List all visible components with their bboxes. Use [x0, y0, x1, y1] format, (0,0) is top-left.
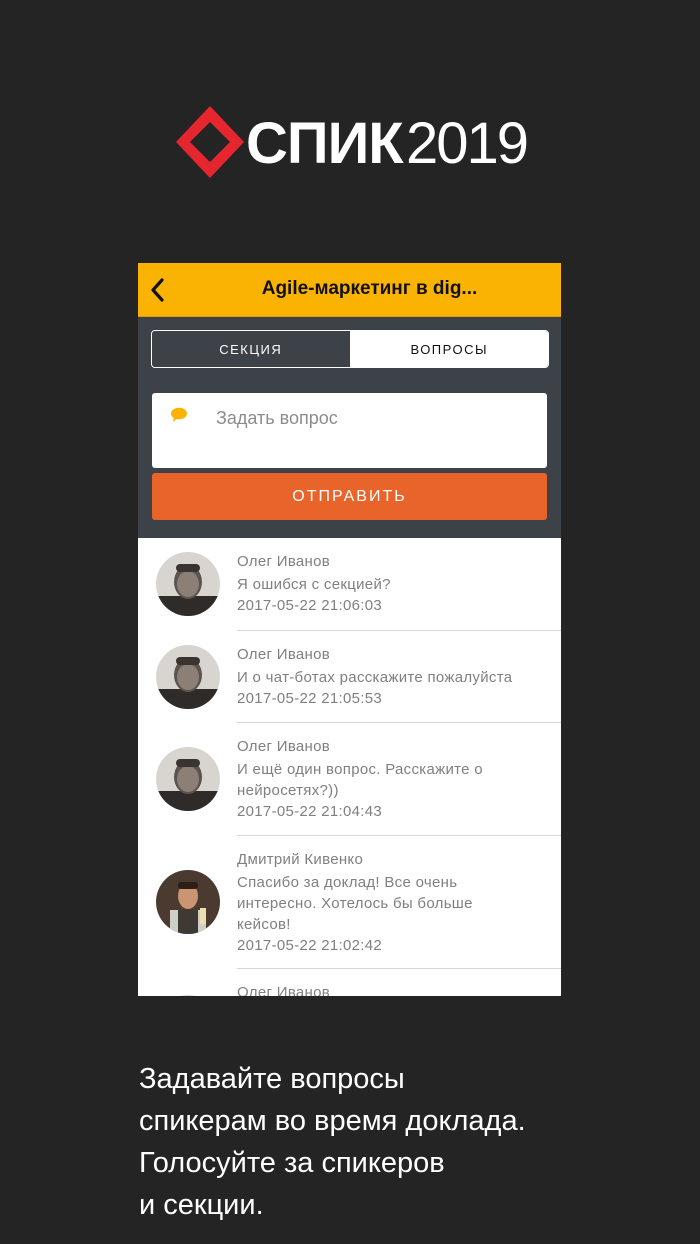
caption-line: Задавайте вопросы [139, 1063, 405, 1095]
back-button[interactable] [144, 275, 174, 305]
caption-line: и секции. [139, 1189, 264, 1221]
tab-questions[interactable]: ВОПРОСЫ [350, 331, 548, 367]
question-text: Спасибо за доклад! Все очень интересно. … [237, 874, 473, 933]
segmented-control: СЕКЦИЯ ВОПРОСЫ [151, 330, 549, 368]
question-time: 2017-05-22 21:02:42 [237, 937, 382, 954]
avatar [156, 552, 220, 616]
question-author: Олег Иванов [237, 738, 331, 755]
diamond-logo-icon [176, 106, 244, 178]
question-time: 2017-05-22 21:05:53 [237, 690, 382, 707]
list-item: Олег Иванов Я ошибся с секцией? 2017-05-… [138, 539, 561, 631]
promo-caption: Задавайте вопросы спикерам во время докл… [139, 1058, 679, 1226]
list-item: Олег Иванов [138, 969, 561, 996]
question-input[interactable]: Задать вопрос [152, 393, 547, 468]
question-author: Олег Иванов [237, 553, 331, 570]
avatar [156, 995, 220, 996]
logo-year: 2019 [406, 111, 529, 176]
question-time: 2017-05-22 21:04:43 [237, 803, 382, 820]
caption-line: Голосуйте за спикеров [139, 1147, 445, 1179]
navigation-bar: Agile-маркетинг в dig... [138, 263, 561, 317]
avatar [156, 645, 220, 709]
list-item: Олег Иванов И о чат-ботах расскажите пож… [138, 631, 561, 723]
question-text: И ещё один вопрос. Расскажите о нейросет… [237, 761, 483, 799]
app-logo: СПИК 2019 [0, 100, 700, 184]
page-title: Agile-маркетинг в dig... [261, 278, 478, 299]
question-author: Дмитрий Кивенко [237, 851, 364, 868]
avatar [156, 747, 220, 811]
list-item: Олег Иванов И ещё один вопрос. Расскажит… [138, 723, 561, 836]
question-author: Олег Иванов [237, 646, 331, 663]
chat-bubble-icon [171, 407, 187, 422]
logo-word: СПИК [246, 111, 404, 176]
question-text: И о чат-ботах расскажите пожалуйста [237, 669, 513, 686]
question-panel: СЕКЦИЯ ВОПРОСЫ Задать вопрос ОТПРАВИТЬ [138, 317, 561, 538]
question-author: Олег Иванов [237, 984, 331, 996]
questions-list[interactable]: Олег Иванов Я ошибся с секцией? 2017-05-… [138, 539, 561, 996]
tab-section[interactable]: СЕКЦИЯ [152, 331, 351, 367]
question-placeholder: Задать вопрос [216, 408, 338, 428]
question-text: Я ошибся с секцией? [237, 576, 391, 593]
avatar [156, 870, 220, 934]
send-button[interactable]: ОТПРАВИТЬ [152, 473, 547, 520]
caption-line: спикерам во время доклада. [139, 1105, 526, 1137]
app-screen: Agile-маркетинг в dig... СЕКЦИЯ ВОПРОСЫ … [138, 263, 561, 996]
list-item: Дмитрий Кивенко Спасибо за доклад! Все о… [138, 836, 561, 969]
chevron-left-icon [151, 278, 164, 302]
question-time: 2017-05-22 21:06:03 [237, 597, 382, 614]
